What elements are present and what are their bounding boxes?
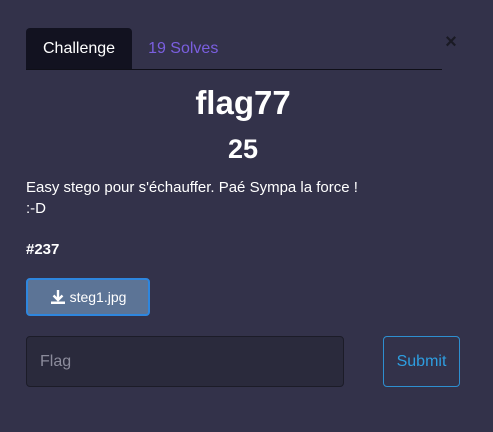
challenge-description: Easy stego pour s'échauffer. Paé Sympa l… — [26, 177, 466, 219]
close-icon[interactable]: × — [443, 32, 459, 52]
submit-button[interactable]: Submit — [383, 336, 460, 387]
challenge-modal: Challenge 19 Solves × flag77 25 Easy ste… — [0, 0, 493, 432]
description-line-1: Easy stego pour s'échauffer. Paé Sympa l… — [26, 179, 358, 196]
download-file-button[interactable]: steg1.jpg — [26, 278, 150, 316]
tab-challenge[interactable]: Challenge — [26, 28, 133, 69]
tab-challenge-label: Challenge — [43, 40, 116, 57]
challenge-tabs: Challenge 19 Solves — [26, 28, 442, 70]
tab-solves-label: 19 Solves — [148, 39, 219, 57]
description-line-2: :-D — [26, 200, 46, 217]
download-icon — [50, 289, 66, 305]
tab-solves[interactable]: 19 Solves — [132, 28, 234, 69]
flag-input[interactable] — [26, 336, 344, 387]
challenge-points: 25 — [227, 134, 259, 164]
challenge-name: flag77 — [195, 84, 291, 121]
download-file-label: steg1.jpg — [69, 289, 127, 305]
challenge-id: #237 — [26, 241, 60, 258]
